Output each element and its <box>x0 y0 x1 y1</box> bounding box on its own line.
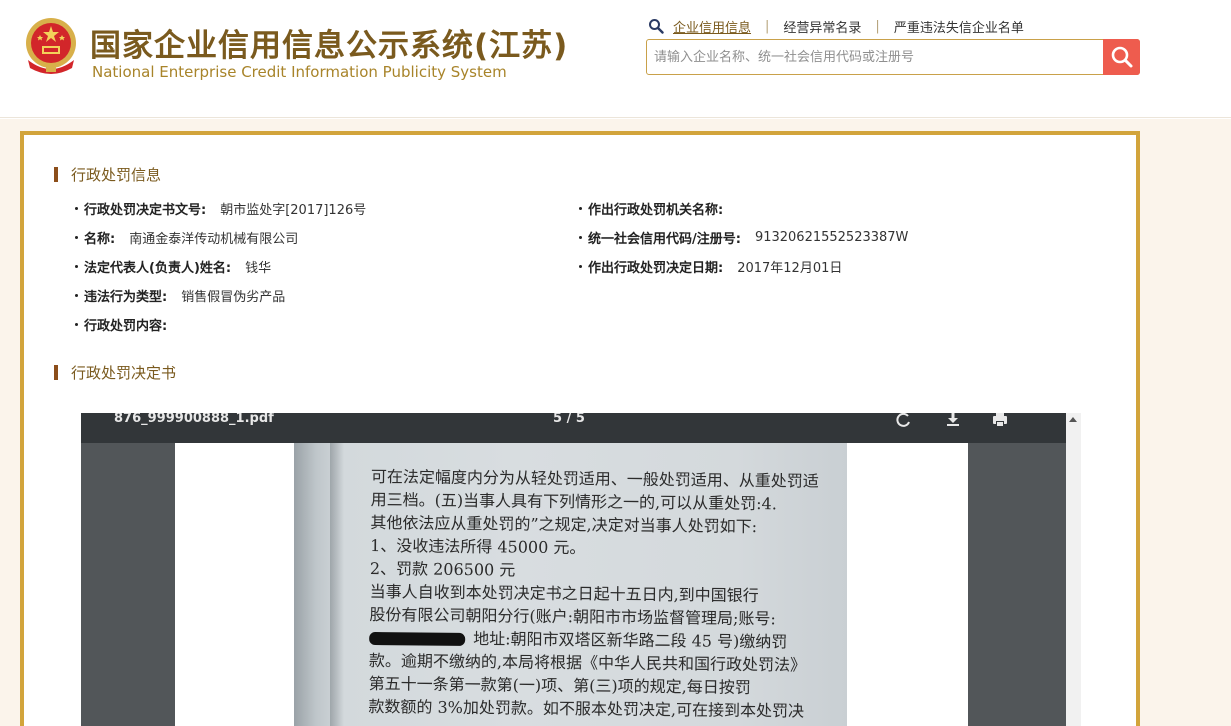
field-decision-date: 作出行政处罚决定日期: 2017年12月01日 <box>579 257 842 276</box>
field-label: 违法行为类型: <box>84 290 168 305</box>
download-icon[interactable] <box>945 413 961 427</box>
section-marker <box>54 167 58 182</box>
nav-enterprise-credit-info[interactable]: 企业信用信息 <box>673 17 751 36</box>
bullet <box>75 207 78 210</box>
bullet <box>579 207 582 210</box>
search-button[interactable] <box>1103 39 1140 75</box>
field-violation-type: 违法行为类型: 销售假冒伪劣产品 <box>75 286 285 305</box>
field-label: 统一社会信用代码/注册号: <box>588 232 741 247</box>
field-credit-code: 统一社会信用代码/注册号: 91320621552523387W <box>579 228 908 247</box>
pdf-filename: 876_999900888_1.pdf <box>114 413 274 426</box>
field-label: 行政处罚内容: <box>84 319 168 334</box>
field-value: 南通金泰洋传动机械有限公司 <box>129 232 299 247</box>
field-penalty-authority: 作出行政处罚机关名称: <box>579 199 737 218</box>
field-value: 91320621552523387W <box>754 230 909 245</box>
nav-serious-violation-list[interactable]: 严重违法失信企业名单 <box>894 17 1024 36</box>
scan-line: 款数额的 3%加处罚款。如不服本处罚决定,可在接到本处罚决 <box>368 696 805 721</box>
magnifier-icon <box>1111 46 1132 68</box>
detail-panel: 行政处罚信息 行政处罚决定书文号: 朝市监处字[2017]126号 名称: 南通… <box>20 131 1140 726</box>
search-icon <box>649 19 664 34</box>
top-navigation: 企业信用信息 | 经营异常名录 | 严重违法失信企业名单 <box>648 16 1024 36</box>
national-emblem-icon <box>26 18 76 74</box>
rotate-icon[interactable] <box>896 413 912 427</box>
field-label: 名称: <box>84 232 116 247</box>
nav-abnormal-operation-list[interactable]: 经营异常名录 <box>783 17 861 36</box>
field-decision-number: 行政处罚决定书文号: 朝市监处字[2017]126号 <box>75 199 366 218</box>
scroll-up-arrow-icon[interactable] <box>1069 417 1077 422</box>
field-value: 朝市监处字[2017]126号 <box>220 203 367 218</box>
search-box <box>646 39 1140 75</box>
scan-page-fold <box>330 443 344 726</box>
section-title-penalty-info: 行政处罚信息 <box>54 164 161 185</box>
field-legal-representative: 法定代表人(负责人)姓名: 钱华 <box>75 257 271 276</box>
pdf-viewer[interactable]: 876_999900888_1.pdf 5 / 5 可在法定幅度内分为从轻处罚适… <box>81 413 1081 726</box>
section-marker <box>54 365 58 380</box>
site-title: 国家企业信用信息公示系统(江苏) <box>90 28 569 64</box>
field-company-name: 名称: 南通金泰洋传动机械有限公司 <box>75 228 298 247</box>
bullet <box>579 265 582 268</box>
field-penalty-content: 行政处罚内容: <box>75 315 181 334</box>
bullet <box>75 294 78 297</box>
section-title-text: 行政处罚信息 <box>71 166 162 184</box>
scanned-document-image: 可在法定幅度内分为从轻处罚适用、一般处罚适用、从重处罚适 用三档。(五)当事人具… <box>294 443 847 726</box>
scan-line-text: 地址:朝阳市双塔区新华路二段 45 号)缴纳罚 <box>473 629 788 652</box>
field-value: 钱华 <box>245 261 272 276</box>
section-title-decision-document: 行政处罚决定书 <box>54 362 176 383</box>
nav-separator: | <box>875 18 880 34</box>
redaction-mark <box>369 631 466 646</box>
field-value: 销售假冒伪劣产品 <box>181 290 286 305</box>
bullet <box>75 265 78 268</box>
section-title-text: 行政处罚决定书 <box>71 364 177 382</box>
pdf-toolbar: 876_999900888_1.pdf 5 / 5 <box>81 413 1066 443</box>
site-header: 国家企业信用信息公示系统(江苏) National Enterprise Cre… <box>0 0 1231 118</box>
field-label: 作出行政处罚决定日期: <box>588 261 724 276</box>
scanned-text: 可在法定幅度内分为从轻处罚适用、一般处罚适用、从重处罚适 用三档。(五)当事人具… <box>368 465 841 723</box>
pdf-page-sheet: 可在法定幅度内分为从轻处罚适用、一般处罚适用、从重处罚适 用三档。(五)当事人具… <box>175 443 968 726</box>
print-icon[interactable] <box>992 413 1008 427</box>
bullet <box>75 323 78 326</box>
nav-separator: | <box>765 18 770 34</box>
pdf-scrollbar[interactable] <box>1066 413 1081 726</box>
field-label: 作出行政处罚机关名称: <box>588 203 724 218</box>
field-label: 行政处罚决定书文号: <box>84 203 207 218</box>
bullet <box>579 236 582 239</box>
field-value: 2017年12月01日 <box>737 261 843 276</box>
bullet <box>75 236 78 239</box>
search-input[interactable] <box>647 40 1105 74</box>
field-label: 法定代表人(负责人)姓名: <box>84 261 232 276</box>
site-title-english: National Enterprise Credit Information P… <box>92 63 507 81</box>
pdf-page-indicator: 5 / 5 <box>553 413 585 426</box>
